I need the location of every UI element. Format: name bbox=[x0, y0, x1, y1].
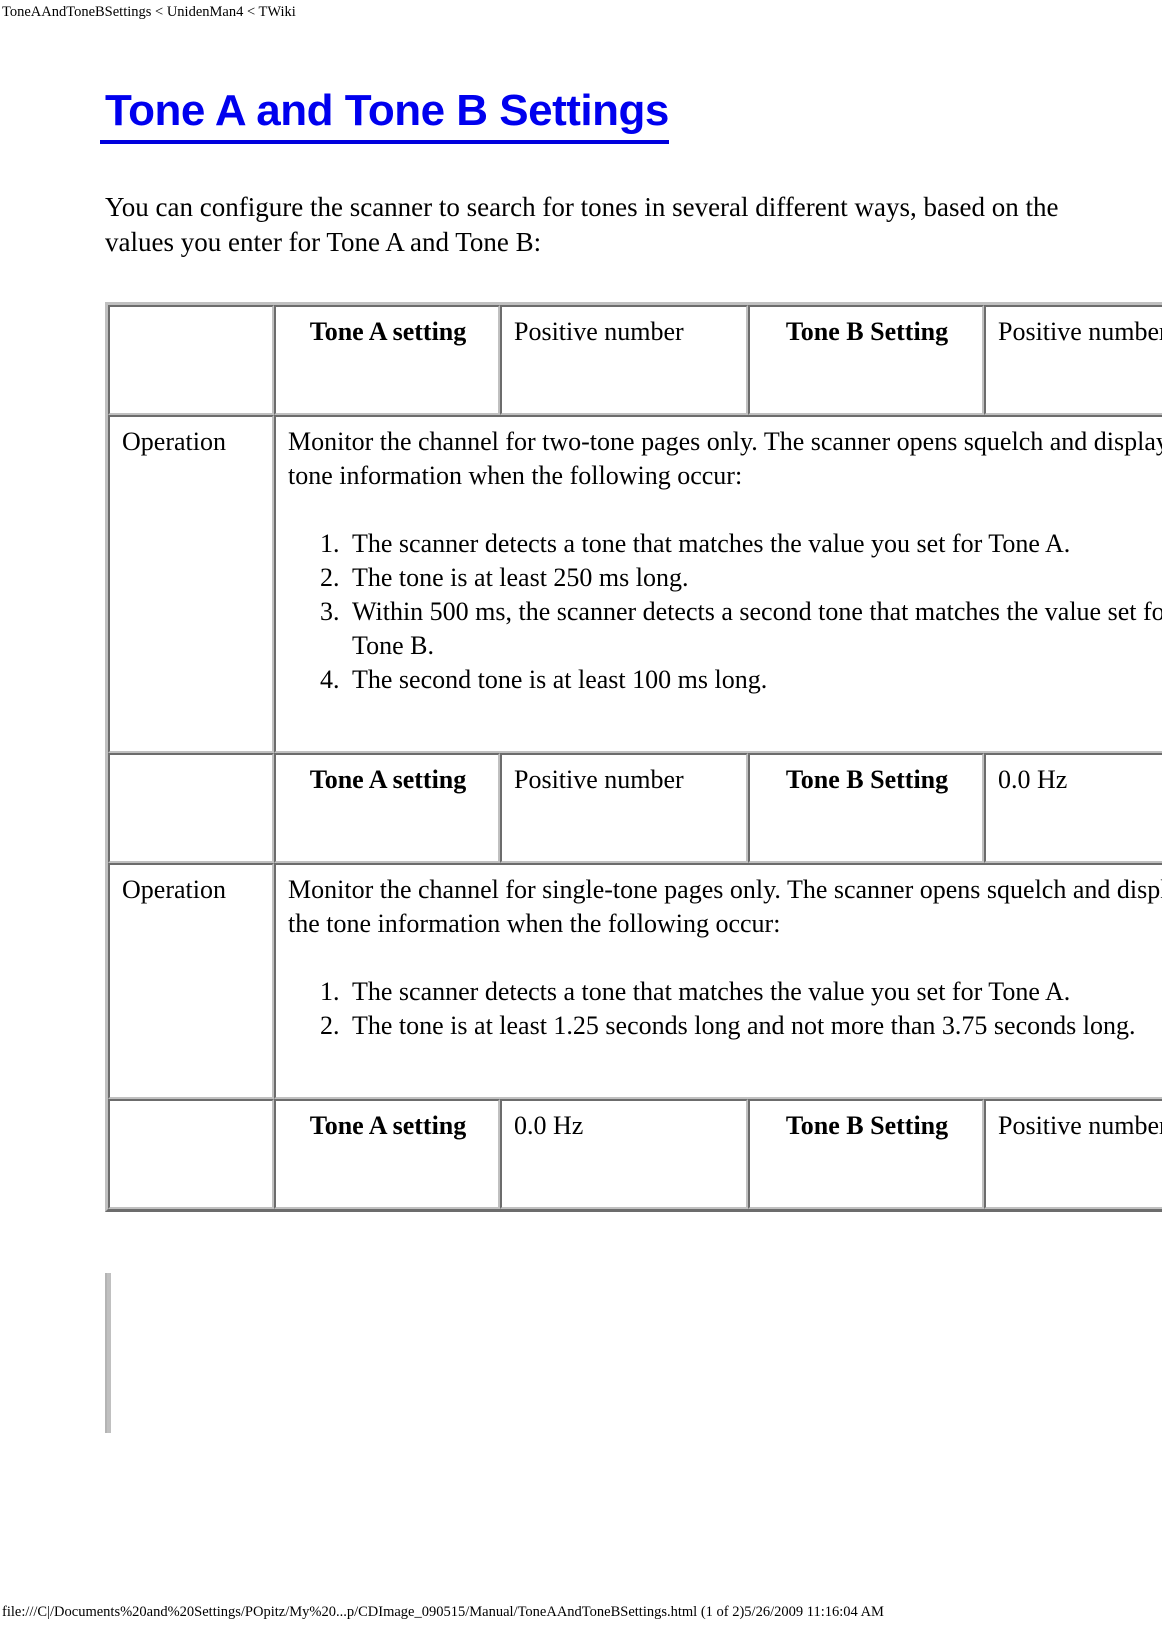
tone-b-setting-value: Positive number bbox=[984, 1099, 1162, 1209]
print-footer-path: file:///C|/Documents%20and%20Settings/PO… bbox=[2, 1604, 884, 1620]
operation-label: Operation bbox=[108, 415, 274, 753]
table-row-operation: Operation Monitor the channel for single… bbox=[108, 863, 1162, 1099]
settings-table-wrapper: Tone A setting Positive number Tone B Se… bbox=[105, 302, 1162, 1212]
list-item: The second tone is at least 100 ms long. bbox=[346, 663, 1162, 697]
table-row-header: Tone A setting Positive number Tone B Se… bbox=[108, 753, 1162, 863]
tone-b-setting-label: Tone B Setting bbox=[748, 305, 984, 415]
intro-paragraph: You can configure the scanner to search … bbox=[105, 192, 1059, 257]
operation-lead-text: Monitor the channel for two-tone pages o… bbox=[288, 427, 1162, 490]
tone-a-setting-label: Tone A setting bbox=[274, 305, 500, 415]
operation-step-list: The scanner detects a tone that matches … bbox=[288, 975, 1162, 1043]
tone-b-setting-value: Positive number bbox=[984, 305, 1162, 415]
tone-a-setting-value: 0.0 Hz bbox=[500, 1099, 748, 1209]
list-item: The scanner detects a tone that matches … bbox=[346, 527, 1162, 561]
operation-description: Monitor the channel for two-tone pages o… bbox=[274, 415, 1162, 753]
operation-description: Monitor the channel for single-tone page… bbox=[274, 863, 1162, 1099]
operation-step-list: The scanner detects a tone that matches … bbox=[288, 527, 1162, 697]
list-item: Within 500 ms, the scanner detects a sec… bbox=[346, 595, 1162, 663]
table-page-break-rule bbox=[105, 1273, 111, 1433]
tone-b-setting-label: Tone B Setting bbox=[748, 753, 984, 863]
list-item: The tone is at least 250 ms long. bbox=[346, 561, 1162, 595]
list-item: The tone is at least 1.25 seconds long a… bbox=[346, 1009, 1162, 1043]
tone-b-setting-value: 0.0 Hz bbox=[984, 753, 1162, 863]
tone-a-setting-label: Tone A setting bbox=[274, 1099, 500, 1209]
print-header-breadcrumb: ToneAAndToneBSettings < UnidenMan4 < TWi… bbox=[2, 4, 296, 20]
tone-settings-table: Tone A setting Positive number Tone B Se… bbox=[105, 302, 1162, 1212]
row-label-cell bbox=[108, 305, 274, 415]
operation-label: Operation bbox=[108, 863, 274, 1099]
tone-a-setting-value: Positive number bbox=[500, 305, 748, 415]
operation-lead-text: Monitor the channel for single-tone page… bbox=[288, 875, 1162, 938]
tone-a-setting-value: Positive number bbox=[500, 753, 748, 863]
document-content: Tone A and Tone B Settings You can confi… bbox=[100, 86, 1162, 1212]
row-label-cell bbox=[108, 753, 274, 863]
table-row-header: Tone A setting Positive number Tone B Se… bbox=[108, 305, 1162, 415]
tone-b-setting-label: Tone B Setting bbox=[748, 1099, 984, 1209]
list-item: The scanner detects a tone that matches … bbox=[346, 975, 1162, 1009]
page-title[interactable]: Tone A and Tone B Settings bbox=[100, 86, 669, 144]
row-label-cell bbox=[108, 1099, 274, 1209]
table-row-header: Tone A setting 0.0 Hz Tone B Setting Pos… bbox=[108, 1099, 1162, 1209]
table-row-operation: Operation Monitor the channel for two-to… bbox=[108, 415, 1162, 753]
tone-a-setting-label: Tone A setting bbox=[274, 753, 500, 863]
